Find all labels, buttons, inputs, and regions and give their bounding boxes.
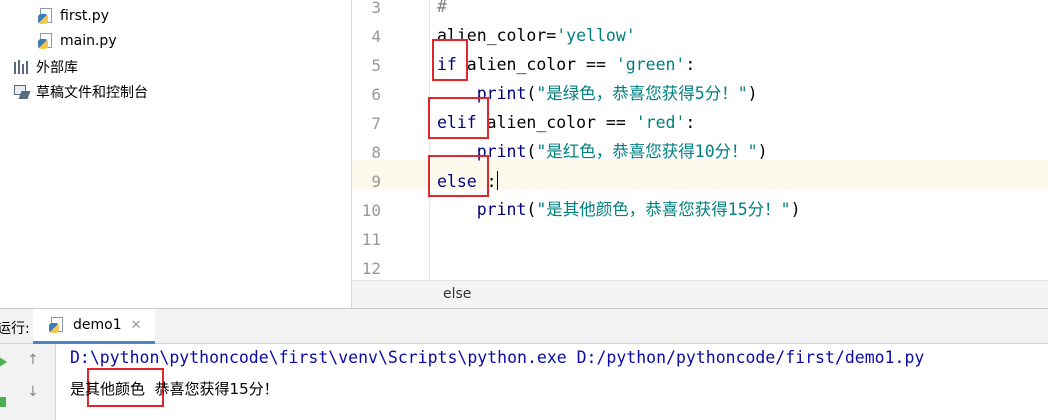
tree-item-label: 草稿文件和控制台 [36,85,148,101]
tree-item-label: first.py [60,8,109,24]
line-number: 10 [361,201,381,220]
line-number: 8 [371,143,381,162]
code-token: ( [526,200,537,219]
code-token: alien_color == [476,113,636,132]
code-line: if alien_color == 'green': [437,55,695,75]
annotation-box-if [432,39,468,81]
code-token: : [685,55,696,74]
tree-item-external-libraries[interactable]: 外部库 [14,57,78,77]
project-tree: first.py main.py 外部库 草稿文件和控制台 [0,0,351,308]
line-number: 6 [371,85,381,104]
console-command: D:\python\pythoncode\first\venv\Scripts\… [70,348,925,367]
code-string: 'red' [635,113,686,132]
tree-item-first-py[interactable]: first.py [38,8,109,24]
code-builtin: print [476,200,527,219]
tree-item-main-py[interactable]: main.py [38,33,117,49]
run-side-toolbar: ↑ ↓ [0,344,56,420]
arrow-up-icon[interactable]: ↑ [27,352,39,368]
tree-item-label: main.py [60,33,117,49]
line-number: 11 [361,230,381,249]
code-line: # [437,0,447,17]
text-caret [496,171,498,190]
annotation-box-else [428,155,489,197]
code-token: ( [526,142,537,161]
scratch-icon [14,84,31,100]
tab-demo1[interactable]: demo1 ✕ [33,309,155,344]
python-file-icon [38,33,54,49]
code-token: ( [526,84,537,103]
breadcrumb[interactable]: else [443,286,471,302]
code-string: "是红色，恭喜您获得10分！" [536,142,758,161]
rerun-icon[interactable] [0,355,7,369]
code-token: alien_color == [456,55,616,74]
tree-item-label: 外部库 [36,60,78,76]
code-string: "是绿色，恭喜您获得5分！" [536,84,748,103]
code-string: 'yellow' [556,26,636,45]
line-number: 7 [371,114,381,133]
code-string: 'green' [615,55,686,74]
python-file-icon [38,8,54,24]
code-token: ) [757,142,768,161]
stop-icon[interactable] [0,397,6,407]
tree-item-scratches[interactable]: 草稿文件和控制台 [14,82,148,102]
line-number: 12 [361,259,381,278]
console-output: 是其他颜色 恭喜您获得15分！ [70,380,279,398]
run-label: 运行: [0,321,30,337]
line-number: 9 [371,172,381,191]
annotation-box-elif [428,97,489,139]
code-line: print("是其他颜色，恭喜您获得15分！") [437,200,801,220]
close-icon[interactable]: ✕ [131,318,142,333]
library-icon [14,60,30,74]
code-string: "是其他颜色，恭喜您获得15分！" [536,200,791,219]
line-number: 5 [371,56,381,75]
line-number: 3 [371,0,381,17]
code-token: ) [747,84,758,103]
code-comment: # [437,0,447,16]
code-token: ) [790,200,801,219]
arrow-down-icon[interactable]: ↓ [27,384,39,400]
run-toolbar: 运行: demo1 ✕ [0,308,1048,344]
line-number: 4 [371,27,381,46]
tab-label: demo1 [73,317,122,333]
python-file-icon [49,317,65,333]
code-token: : [685,113,696,132]
breadcrumb-bar: else [352,280,1048,308]
